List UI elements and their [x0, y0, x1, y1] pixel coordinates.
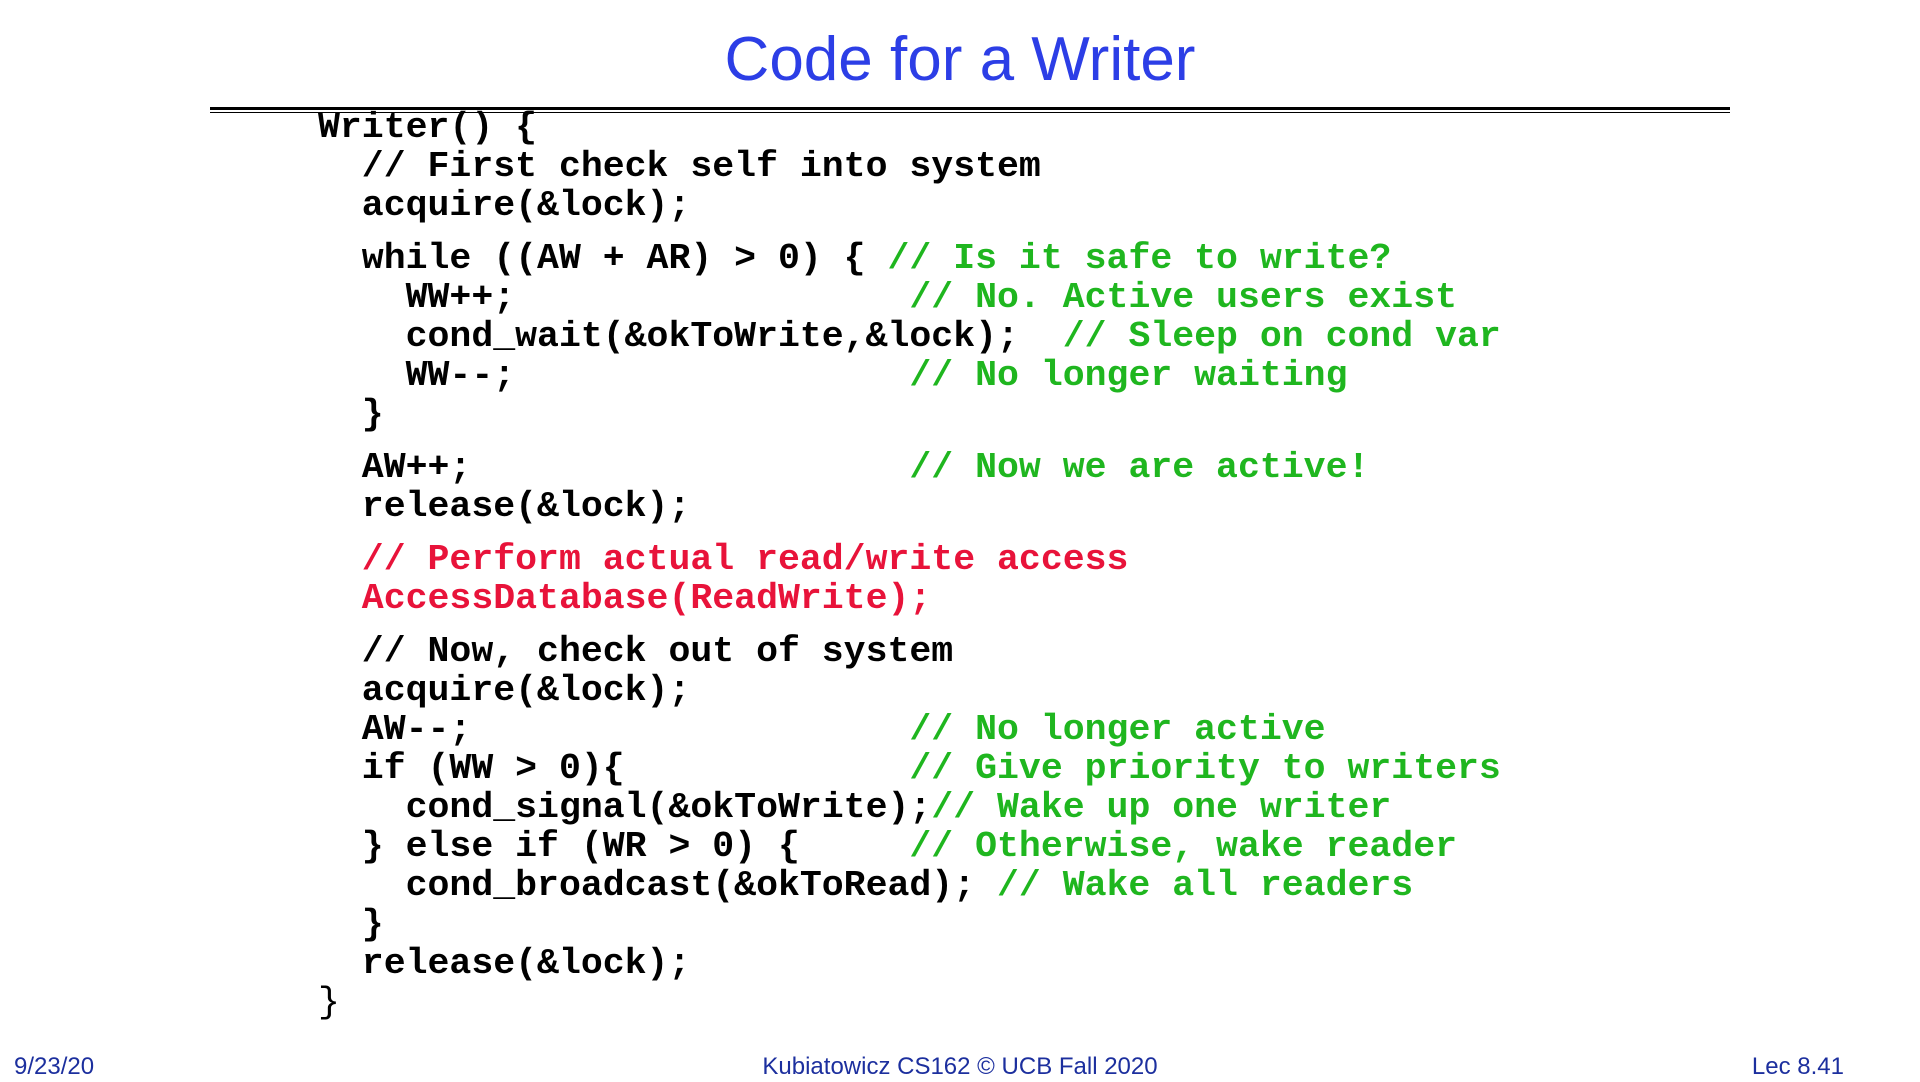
- code-text: }: [318, 982, 340, 1023]
- code-text: release(&lock);: [318, 943, 691, 984]
- code-text: // Perform actual read/write access: [318, 539, 1129, 580]
- code-text: WW++;: [318, 277, 910, 318]
- code-line: acquire(&lock);: [318, 671, 1718, 710]
- code-comment: // Is it safe to write?: [887, 238, 1392, 279]
- code-line: }: [318, 983, 1718, 1022]
- code-line: acquire(&lock);: [318, 186, 1718, 225]
- code-line: cond_signal(&okToWrite);// Wake up one w…: [318, 788, 1718, 827]
- code-comment: // No longer active: [909, 709, 1326, 750]
- code-text: Writer() {: [318, 107, 538, 148]
- code-line: release(&lock);: [318, 487, 1718, 526]
- code-line: cond_broadcast(&okToRead); // Wake all r…: [318, 866, 1718, 905]
- code-text: cond_signal(&okToWrite);: [318, 787, 932, 828]
- code-line: AW--; // No longer active: [318, 710, 1718, 749]
- code-line: if (WW > 0){ // Give priority to writers: [318, 749, 1718, 788]
- code-line: // First check self into system: [318, 147, 1718, 186]
- code-line: } else if (WR > 0) { // Otherwise, wake …: [318, 827, 1718, 866]
- code-comment: // Otherwise, wake reader: [909, 826, 1457, 867]
- code-comment: // Wake up one writer: [931, 787, 1392, 828]
- code-comment: // Now we are active!: [909, 447, 1370, 488]
- code-comment: // Sleep on cond var: [1062, 316, 1501, 357]
- code-text: release(&lock);: [318, 486, 691, 527]
- code-text: }: [318, 394, 384, 435]
- code-comment: // Wake all readers: [997, 865, 1414, 906]
- code-text: cond_wait(&okToWrite,&lock);: [318, 316, 1063, 357]
- code-comment: // No longer waiting: [909, 355, 1348, 396]
- code-line: release(&lock);: [318, 944, 1718, 983]
- slide-title: Code for a Writer: [724, 25, 1196, 94]
- code-line: Writer() {: [318, 108, 1718, 147]
- code-line-highlight: AccessDatabase(ReadWrite);: [318, 579, 1718, 618]
- code-line: }: [318, 905, 1718, 944]
- code-text: while ((AW + AR) > 0) {: [318, 238, 888, 279]
- code-text: if (WW > 0){: [318, 748, 910, 789]
- code-text: } else if (WR > 0) {: [318, 826, 910, 867]
- code-line-highlight: // Perform actual read/write access: [318, 540, 1718, 579]
- footer-lecture: Lec 8.41: [1751, 1053, 1844, 1080]
- code-text: // Now, check out of system: [318, 631, 954, 672]
- code-block: Writer() { // First check self into syst…: [318, 108, 1718, 1022]
- code-text: WW--;: [318, 355, 910, 396]
- code-line: }: [318, 395, 1718, 434]
- code-text: }: [318, 904, 384, 945]
- code-line: while ((AW + AR) > 0) { // Is it safe to…: [318, 239, 1718, 278]
- footer-course: Kubiatowicz CS162 © UCB Fall 2020: [762, 1053, 1158, 1080]
- code-text: acquire(&lock);: [318, 670, 691, 711]
- code-line: // Now, check out of system: [318, 632, 1718, 671]
- code-comment: // No. Active users exist: [909, 277, 1457, 318]
- code-text: AW--;: [318, 709, 910, 750]
- code-comment: // Give priority to writers: [909, 748, 1501, 789]
- code-line: WW--; // No longer waiting: [318, 356, 1718, 395]
- code-text: AW++;: [318, 447, 910, 488]
- code-line: AW++; // Now we are active!: [318, 448, 1718, 487]
- code-line: cond_wait(&okToWrite,&lock); // Sleep on…: [318, 317, 1718, 356]
- code-line: WW++; // No. Active users exist: [318, 278, 1718, 317]
- code-text: AccessDatabase(ReadWrite);: [318, 578, 932, 619]
- code-text: // First check self into system: [318, 146, 1041, 187]
- code-text: cond_broadcast(&okToRead);: [318, 865, 998, 906]
- code-text: acquire(&lock);: [318, 185, 691, 226]
